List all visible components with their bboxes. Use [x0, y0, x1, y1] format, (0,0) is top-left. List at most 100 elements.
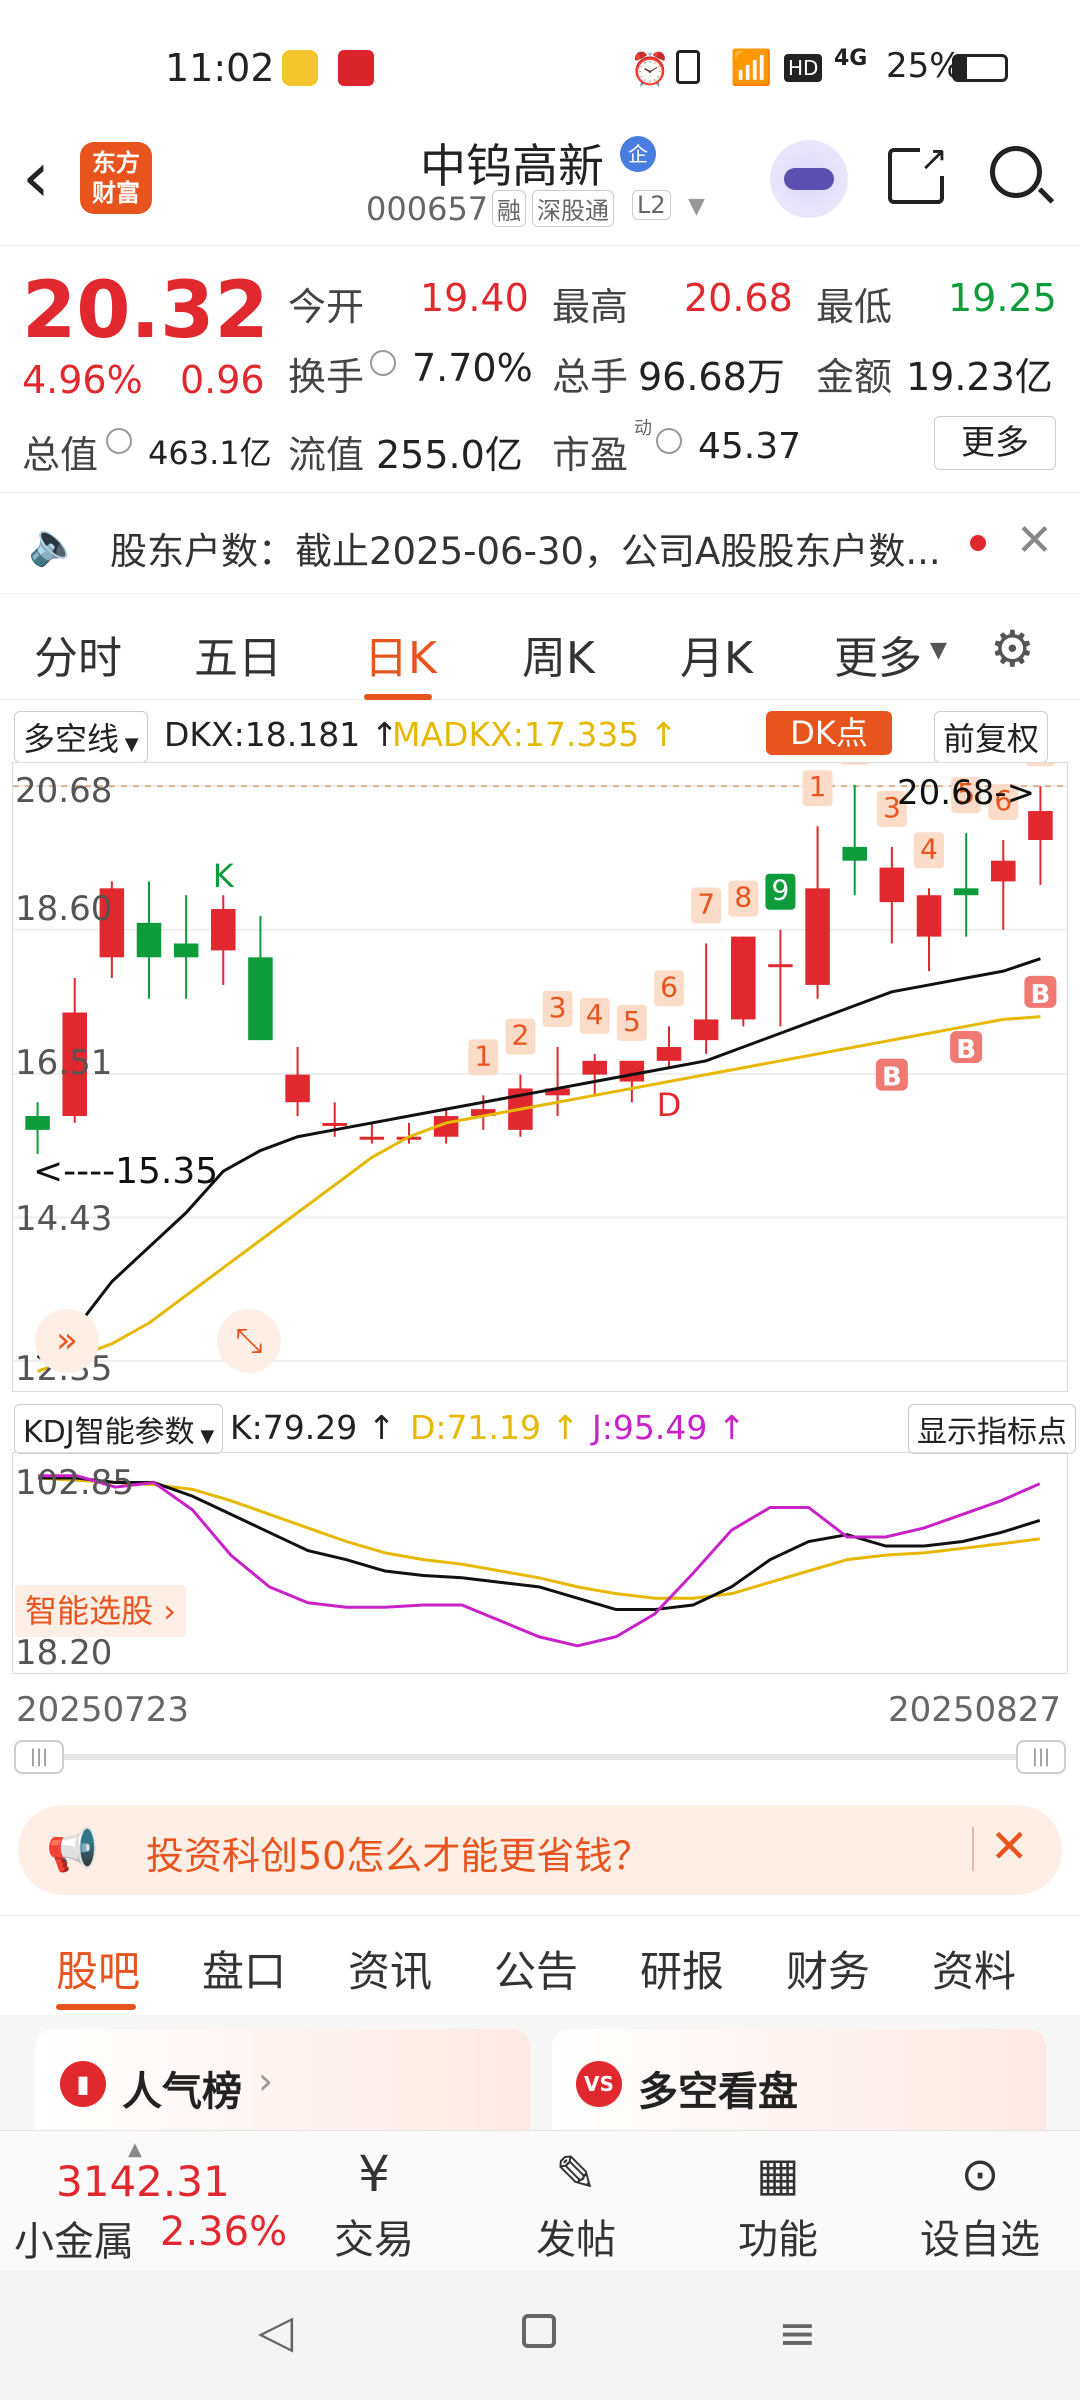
unread-dot: [970, 535, 986, 551]
adjust-button[interactable]: 前复权: [934, 711, 1049, 763]
stock-name[interactable]: 中钨高新: [420, 130, 604, 196]
change-percent: 4.96%: [22, 358, 143, 402]
bull-bear-label: 多空看盘: [638, 2069, 798, 2115]
popularity-card[interactable]: ▮ 人气榜 ›: [36, 2029, 530, 2139]
battery-icon: [952, 54, 1008, 82]
td-signal-badge: [1025, 730, 1056, 767]
candle-body: [359, 1136, 385, 1140]
volume-label: 总手: [552, 355, 629, 399]
dk-point-button[interactable]: DK点: [766, 711, 892, 755]
enterprise-badge: 企: [620, 136, 656, 172]
kline-chart[interactable]: K1234567891234567DBBB 20.68 18.60 16.51 …: [12, 728, 1068, 1392]
y-tick-label: 20.68: [15, 771, 113, 811]
info-icon[interactable]: [370, 350, 396, 376]
alarm-icon: ⏰: [630, 50, 670, 88]
nav-menu-icon[interactable]: ≡: [778, 2306, 817, 2360]
low-label: 最低: [816, 285, 893, 329]
back-icon[interactable]: ‹: [22, 142, 50, 212]
ad-banner[interactable]: 📢 投资科创50怎么才能更省钱？ ✕: [18, 1805, 1062, 1895]
bull-bear-card[interactable]: VS 多空看盘: [552, 2029, 1046, 2139]
candle-body: [285, 1074, 310, 1103]
post-button[interactable]: ✎ 发帖: [496, 2141, 656, 2265]
candle-body: [656, 1047, 682, 1061]
eastmoney-logo[interactable]: 东方 财富: [80, 142, 152, 214]
add-watchlist-button[interactable]: ⊙ 设自选: [900, 2141, 1060, 2265]
vibrate-icon: [676, 50, 700, 84]
bar-chart-icon: ▮: [60, 2061, 106, 2107]
functions-label: 功能: [738, 2217, 818, 2263]
tab-research[interactable]: 研报: [640, 1938, 724, 1999]
info-icon[interactable]: [106, 428, 132, 454]
tab-daily-k[interactable]: 日K: [364, 622, 437, 686]
candle-body: [731, 936, 756, 1020]
candle-body: [173, 943, 199, 958]
margin-tag: 融: [492, 190, 526, 227]
notice-text[interactable]: 股东户数：截止2025-06-30，公司A股股东户数...: [110, 521, 941, 575]
close-icon[interactable]: ✕: [990, 1819, 1029, 1873]
bottom-toolbar: ▲ 3142.31 小金属 2.36% ¥ 交易 ✎ 发帖 ▦ 功能 ⊙ 设自选: [0, 2130, 1080, 2270]
tab-finance[interactable]: 财务: [786, 1938, 870, 1999]
more-button[interactable]: 更多: [934, 416, 1056, 470]
nav-back-icon[interactable]: ◁: [258, 2304, 293, 2358]
kdj-d-value: D:71.19 ↑: [410, 1408, 580, 1447]
smart-pick-button[interactable]: 智能选股 ›: [15, 1585, 186, 1637]
range-slider-left-handle[interactable]: |||: [14, 1740, 64, 1774]
system-navigation: ◁ ≡: [0, 2270, 1080, 2400]
tab-announcements[interactable]: 公告: [494, 1938, 578, 1999]
candle-body: [991, 860, 1016, 882]
tab-news[interactable]: 资讯: [348, 1938, 432, 1999]
kdj-y-top: 102.85: [15, 1463, 134, 1503]
td-signal-badge: [839, 728, 870, 765]
indicator-select[interactable]: 多空线 ▼: [14, 711, 148, 763]
chevron-right-icon: ›: [258, 2059, 274, 2103]
tab-intraday[interactable]: 分时: [34, 622, 122, 686]
candle-body: [25, 1116, 50, 1130]
share-icon[interactable]: ↗: [888, 142, 948, 204]
y-tick-label: 16.51: [15, 1043, 113, 1083]
logo-line2: 财富: [92, 179, 140, 207]
banner-text[interactable]: 投资科创50怎么才能更省钱？: [146, 1825, 650, 1880]
tab-profile[interactable]: 资料: [932, 1938, 1016, 1999]
kdj-chart[interactable]: 102.85 18.20 智能选股 ›: [12, 1452, 1068, 1674]
turnover-value: 7.70%: [412, 346, 533, 390]
trade-button[interactable]: ¥ 交易: [294, 2141, 454, 2265]
search-icon[interactable]: [990, 146, 1055, 204]
announcement-bar[interactable]: 🔈 股东户数：截止2025-06-30，公司A股股东户数... ✕: [0, 492, 1080, 594]
open-label: 今开: [288, 285, 365, 329]
min-price-label: <----15.35: [33, 1151, 219, 1192]
tab-orderbook[interactable]: 盘口: [202, 1938, 286, 1999]
date-end: 20250827: [888, 1690, 1062, 1730]
sector-name[interactable]: 小金属: [14, 2209, 134, 2267]
kdj-header: KDJ智能参数 ▼ K:79.29 ↑ D:71.19 ↑ J:95.49 ↑ …: [0, 1398, 1080, 1454]
gear-icon[interactable]: ⚙: [990, 624, 1035, 674]
fullscreen-icon[interactable]: ⤡: [217, 1309, 281, 1373]
show-indicator-points-button[interactable]: 显示指标点: [908, 1404, 1076, 1454]
pe-value: 45.37: [698, 426, 802, 467]
buy-signal-label: B: [1031, 980, 1051, 1010]
tab-monthly-k[interactable]: 月K: [680, 622, 753, 686]
tab-weekly-k[interactable]: 周K: [522, 622, 595, 686]
functions-button[interactable]: ▦ 功能: [698, 2141, 858, 2265]
tab-more[interactable]: 更多: [834, 622, 922, 686]
dropdown-icon[interactable]: ▼: [688, 194, 705, 219]
nav-home-icon[interactable]: [522, 2314, 556, 2348]
range-slider-right-handle[interactable]: |||: [1016, 1740, 1066, 1774]
close-icon[interactable]: ✕: [1016, 515, 1053, 566]
y-tick-label: 14.43: [15, 1199, 113, 1239]
hd-icon: HD: [784, 54, 823, 82]
robot-assistant-icon[interactable]: [770, 140, 848, 218]
buy-signal-label: B: [956, 1035, 976, 1065]
tab-forum[interactable]: 股吧: [56, 1938, 140, 1999]
info-icon[interactable]: [656, 428, 682, 454]
range-slider-track[interactable]: [14, 1754, 1066, 1760]
weibo-notification-icon: [282, 50, 318, 86]
candle-body: [842, 846, 867, 861]
candle-body: [248, 957, 273, 1041]
network-label: 4G: [834, 46, 868, 71]
candle-body: [619, 1060, 645, 1082]
expand-left-icon[interactable]: »: [35, 1309, 99, 1373]
sector-index-value[interactable]: 3142.31: [56, 2157, 230, 2206]
kdj-select[interactable]: KDJ智能参数 ▼: [14, 1404, 224, 1454]
active-tab-underline: [56, 2004, 136, 2010]
tab-five-day[interactable]: 五日: [194, 622, 282, 686]
